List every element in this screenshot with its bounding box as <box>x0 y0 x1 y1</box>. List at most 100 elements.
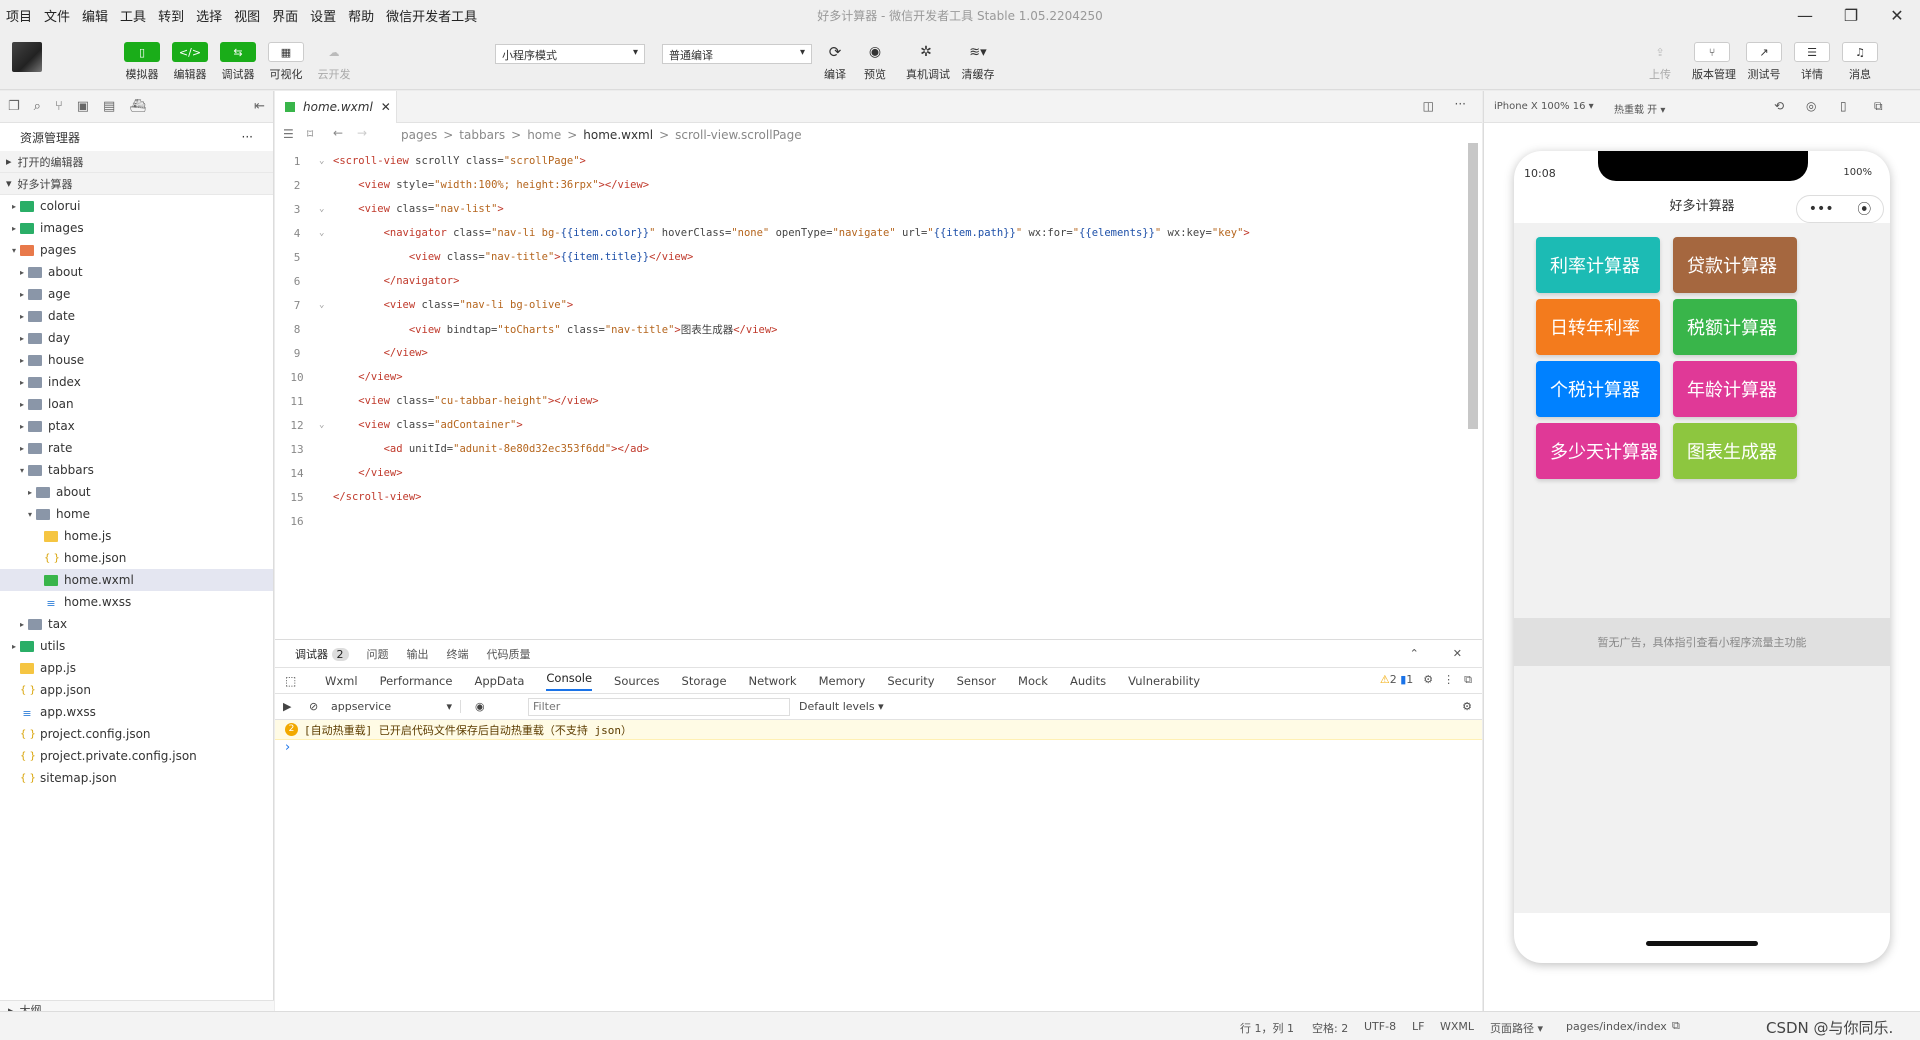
devtools-tab[interactable]: Memory <box>819 674 866 688</box>
tree-item[interactable]: ▸ colorui <box>0 195 273 217</box>
project-section[interactable]: ▾ 好多计算器 <box>0 173 273 195</box>
more-actions-icon[interactable]: ··· <box>1455 97 1466 111</box>
mode-select[interactable]: 小程序模式 <box>495 44 645 64</box>
avatar[interactable] <box>12 42 42 72</box>
menu-item[interactable]: 文件 <box>38 6 76 25</box>
tree-item[interactable]: home.js <box>0 525 273 547</box>
tree-item[interactable]: ▸ about <box>0 481 273 503</box>
breadcrumb-item[interactable]: scroll-view.scrollPage <box>675 128 801 142</box>
tree-item[interactable]: ▾ tabbars <box>0 459 273 481</box>
editor-scrollbar[interactable] <box>1468 143 1478 429</box>
tree-item[interactable]: ≡ app.wxss <box>0 701 273 723</box>
editor-button[interactable]: </> 编辑器 <box>170 42 210 82</box>
more-icon[interactable]: ··· <box>242 130 253 144</box>
calculator-button[interactable]: 图表生成器 <box>1673 423 1797 479</box>
devtools-tab[interactable]: Wxml <box>325 674 358 688</box>
tree-item[interactable]: ▸ age <box>0 283 273 305</box>
phone-mode-icon[interactable]: ▯ <box>1840 99 1847 113</box>
menu-item[interactable]: 帮助 <box>342 6 380 25</box>
close-panel-icon[interactable]: ✕ <box>1453 647 1462 660</box>
breadcrumb-item[interactable]: pages <box>401 128 437 142</box>
docker-icon[interactable]: ⛴ <box>129 99 146 114</box>
menu-item[interactable]: 选择 <box>190 6 228 25</box>
devtools-tab[interactable]: Security <box>887 674 934 688</box>
files-icon[interactable]: ❐ <box>8 99 20 114</box>
search-icon[interactable]: ⌕ <box>34 99 41 114</box>
version-button[interactable]: ⑂ 版本管理 <box>1692 42 1736 82</box>
menu-item[interactable]: 工具 <box>114 6 152 25</box>
menu-item[interactable]: 微信开发者工具 <box>380 6 483 25</box>
test-account-button[interactable]: ↗ 测试号 <box>1744 42 1784 82</box>
tree-item[interactable]: ▸ house <box>0 349 273 371</box>
tab-home-wxml[interactable]: home.wxml ✕ <box>275 91 397 123</box>
rotate-icon[interactable]: ⟲ <box>1774 99 1784 113</box>
fold-icon[interactable]: ⌄ <box>319 228 333 238</box>
open-editors-section[interactable]: ▸ 打开的编辑器 <box>0 151 273 173</box>
bookmark-icon[interactable]: ⌑ <box>307 127 313 141</box>
fold-icon[interactable]: ⌄ <box>319 420 333 430</box>
eye-icon[interactable]: ◉ <box>475 700 485 713</box>
tree-item[interactable]: { } project.private.config.json <box>0 745 273 767</box>
calculator-button[interactable]: 利率计算器 <box>1536 237 1660 293</box>
debug-top-tab[interactable]: 输出 <box>407 646 429 662</box>
devtools-tab[interactable]: AppData <box>474 674 524 688</box>
levels-select[interactable]: Default levels ▾ <box>799 700 884 713</box>
menu-item[interactable]: 视图 <box>228 6 266 25</box>
visual-button[interactable]: ▦ 可视化 <box>266 42 306 82</box>
calculator-button[interactable]: 个税计算器 <box>1536 361 1660 417</box>
close-tab-icon[interactable]: ✕ <box>381 100 391 114</box>
tree-item[interactable]: app.js <box>0 657 273 679</box>
tree-item[interactable]: ▸ date <box>0 305 273 327</box>
devtools-tab[interactable]: Performance <box>380 674 453 688</box>
tree-item[interactable]: { } app.json <box>0 679 273 701</box>
popout-icon[interactable]: ⧉ <box>1874 99 1883 114</box>
back-icon[interactable]: ← <box>333 126 343 140</box>
tree-item[interactable]: ▸ loan <box>0 393 273 415</box>
compile-button[interactable]: ⟳ 编译 <box>815 42 855 82</box>
fold-icon[interactable]: ⌄ <box>319 156 333 166</box>
close-icon[interactable]: ✕ <box>1874 0 1920 30</box>
hotreload-select[interactable]: 热重载 开 ▾ <box>1614 101 1665 116</box>
chevron-up-icon[interactable]: ⌃ <box>1410 647 1419 660</box>
git-icon[interactable]: ⑂ <box>55 99 63 114</box>
calculator-button[interactable]: 年龄计算器 <box>1673 361 1797 417</box>
menu-item[interactable]: 转到 <box>152 6 190 25</box>
devtools-tab[interactable]: Storage <box>682 674 727 688</box>
tree-item[interactable]: ▸ ptax <box>0 415 273 437</box>
remote-debug-button[interactable]: ✲ 真机调试 <box>906 42 950 82</box>
fold-icon[interactable]: ⌄ <box>319 300 333 310</box>
language-mode[interactable]: WXML <box>1440 1020 1474 1033</box>
console-settings-icon[interactable]: ⚙ <box>1462 700 1472 713</box>
devtools-tab[interactable]: Sensor <box>957 674 996 688</box>
messages-button[interactable]: ♫ 消息 <box>1840 42 1880 82</box>
line-ending[interactable]: LF <box>1412 1020 1424 1033</box>
indent-setting[interactable]: 空格: 2 <box>1312 1020 1348 1036</box>
encoding[interactable]: UTF-8 <box>1364 1020 1396 1033</box>
inspect-icon[interactable]: ⬚ <box>285 674 296 688</box>
devtools-tab[interactable]: Sources <box>614 674 660 688</box>
warning-counter[interactable]: ⚠2 ▮1 <box>1380 673 1413 687</box>
split-editor-icon[interactable]: ◫ <box>1423 99 1434 113</box>
devtools-tab[interactable]: Console <box>546 671 593 691</box>
calculator-button[interactable]: 税额计算器 <box>1673 299 1797 355</box>
tree-item[interactable]: { } project.config.json <box>0 723 273 745</box>
capsule-menu[interactable]: ••• ⦿ <box>1796 195 1884 223</box>
tree-item[interactable]: ▸ rate <box>0 437 273 459</box>
compile-select[interactable]: 普通编译 <box>662 44 812 64</box>
debug-top-tab[interactable]: 终端 <box>447 646 469 662</box>
tree-item[interactable]: { } sitemap.json <box>0 767 273 789</box>
collapse-panel-icon[interactable]: ⇤ <box>254 99 265 114</box>
copy-icon[interactable]: ⧉ <box>1672 1019 1680 1033</box>
menu-item[interactable]: 设置 <box>304 6 342 25</box>
tree-item[interactable]: ▸ index <box>0 371 273 393</box>
menu-item[interactable]: 编辑 <box>76 6 114 25</box>
breadcrumb-item[interactable]: home <box>527 128 561 142</box>
forward-icon[interactable]: → <box>357 126 367 140</box>
tree-item[interactable]: ▸ utils <box>0 635 273 657</box>
devtools-tab[interactable]: Vulnerability <box>1128 674 1200 688</box>
debugger-button[interactable]: ⇆ 调试器 <box>218 42 258 82</box>
settings-icon[interactable]: ⚙ <box>1423 673 1433 687</box>
clear-console-icon[interactable]: ⊘ <box>309 700 318 713</box>
devtools-tab[interactable]: Audits <box>1070 674 1106 688</box>
page-path-select[interactable]: 页面路径 ▾ <box>1490 1020 1543 1036</box>
